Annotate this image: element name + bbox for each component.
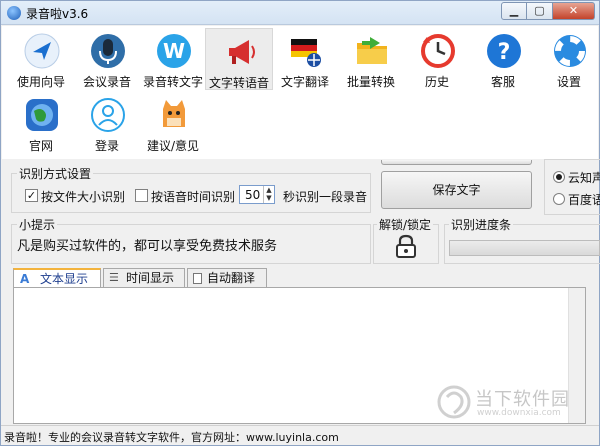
watermark: 当下软件园 www.downxia.com xyxy=(437,383,587,423)
spinner-arrows-icon[interactable]: ▲ ▼ xyxy=(263,186,274,203)
tab-text-display[interactable]: A 文本显示 xyxy=(13,268,101,289)
svg-text:?: ? xyxy=(498,40,511,65)
toolbar-customer-service[interactable]: ? 客服 xyxy=(469,28,537,90)
seconds-spinner[interactable]: 50 ▲ ▼ xyxy=(239,185,275,204)
toolbar-text-to-speech[interactable]: 文字转语音 xyxy=(205,28,273,90)
toolbar-translate[interactable]: 文字翻译 xyxy=(271,28,339,90)
app-logo-icon xyxy=(7,6,21,20)
engine-label-2: 百度语 xyxy=(568,193,600,207)
window-title: 录音啦v3.6 xyxy=(26,7,89,21)
w-logo-icon: W xyxy=(157,34,191,68)
status-bar: 录音啦！专业的会议录音转文字软件，官方网址：www.luyinla.com xyxy=(1,425,599,445)
status-text: 录音啦！专业的会议录音转文字软件，官方网址：www.luyinla.com xyxy=(4,431,339,444)
top-button-edge[interactable] xyxy=(381,160,532,165)
page-icon xyxy=(193,273,202,284)
help-question-icon: ? xyxy=(487,34,521,68)
progress-title: 识别进度条 xyxy=(449,216,514,233)
by-time-checkbox[interactable] xyxy=(135,189,148,202)
toolbar-login[interactable]: 登录 xyxy=(73,92,141,154)
seconds-suffix: 秒识别一段录音 xyxy=(283,190,368,204)
toolbar-history[interactable]: 历史 xyxy=(403,28,471,90)
watermark-logo-icon xyxy=(437,385,471,419)
toolbar-feedback[interactable]: 建议/意见 xyxy=(139,92,207,154)
by-time-label: 按语音时间识别 xyxy=(151,190,236,204)
engine-radio-1[interactable] xyxy=(553,171,565,183)
globe-icon xyxy=(26,99,58,131)
lock-title: 解锁/锁定 xyxy=(377,216,434,233)
toolbar-audio-to-text[interactable]: W 录音转文字 xyxy=(139,28,207,90)
progress-bar xyxy=(449,240,600,256)
recognition-settings-title: 识别方式设置 xyxy=(17,165,94,182)
toolbar-meeting-record[interactable]: 会议录音 xyxy=(73,28,141,90)
by-size-checkbox[interactable]: ✓ xyxy=(25,189,38,202)
tab-auto-translate[interactable]: 自动翻译 xyxy=(187,268,267,288)
microphone-icon xyxy=(91,34,125,68)
toolbar-guide[interactable]: 使用向导 xyxy=(7,28,75,90)
by-size-label: 按文件大小识别 xyxy=(41,190,126,204)
list-icon: ☰ xyxy=(109,271,119,284)
title-bar[interactable]: 录音啦v3.6 ▁ ▢ ✕ xyxy=(1,1,599,25)
toolbar-settings[interactable]: 设置 xyxy=(535,28,600,90)
tips-title: 小提示 xyxy=(17,216,58,233)
main-toolbar: 使用向导 会议录音 W 录音转文字 文字转语音 文字翻译 批量转换 历史 ? 客… xyxy=(2,26,598,159)
flag-globe-icon xyxy=(291,39,321,67)
font-a-icon: A xyxy=(20,272,30,286)
tab-time-display[interactable]: ☰ 时间显示 xyxy=(103,268,185,288)
megaphone-icon xyxy=(229,40,255,64)
engine-radio-2[interactable] xyxy=(553,193,565,205)
lifebuoy-icon xyxy=(554,35,586,67)
folder-arrow-icon xyxy=(357,37,387,64)
toolbar-batch-convert[interactable]: 批量转换 xyxy=(337,28,405,90)
close-button[interactable]: ✕ xyxy=(553,2,595,20)
lock-icon[interactable] xyxy=(395,234,417,258)
watermark-url: www.downxia.com xyxy=(477,408,561,418)
compass-arrow-icon xyxy=(24,33,60,69)
svg-text:W: W xyxy=(163,39,185,63)
tips-text: 凡是购买过软件的，都可以享受免费技术服务 xyxy=(17,239,278,254)
user-icon xyxy=(91,98,125,132)
cat-mascot-icon xyxy=(163,100,185,127)
history-clock-icon xyxy=(421,34,455,68)
engine-label-1: 云知声 xyxy=(568,171,600,185)
maximize-button[interactable]: ▢ xyxy=(527,2,553,20)
toolbar-official-site[interactable]: 官网 xyxy=(7,92,75,154)
minimize-button[interactable]: ▁ xyxy=(501,2,527,20)
save-text-button[interactable]: 保存文字 xyxy=(381,171,532,209)
app-window: 录音啦v3.6 ▁ ▢ ✕ 使用向导 会议录音 W 录音转文字 文字转语音 文字… xyxy=(0,0,600,446)
seconds-value[interactable]: 50 xyxy=(245,188,260,202)
